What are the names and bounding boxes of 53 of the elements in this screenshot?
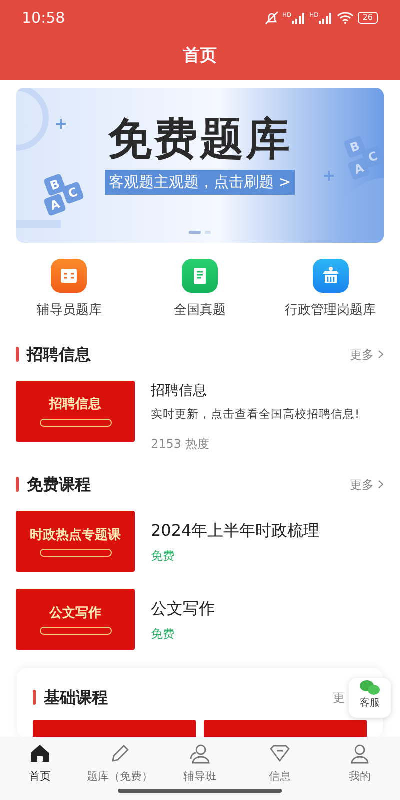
letter-block: A <box>43 193 67 217</box>
tab-item[interactable]: 首页 <box>0 737 80 786</box>
diamond-icon <box>269 743 291 765</box>
heat-count: 2153 热度 <box>151 436 210 453</box>
tab-item[interactable]: 我的 <box>320 737 400 786</box>
chevron-right-icon <box>378 480 384 490</box>
signal-icon <box>318 12 333 24</box>
thumbnail[interactable]: 招聘信息 <box>16 380 135 442</box>
thumbnail-title: 招聘信息 <box>50 396 102 414</box>
letter-block: C <box>361 145 384 169</box>
tab-item[interactable]: 题库（免费） <box>80 737 160 786</box>
page-title: 首页 <box>182 45 218 68</box>
price-label: 免费 <box>151 626 176 643</box>
quick-link[interactable]: 行政管理岗题库 <box>270 259 391 320</box>
section-title: 免费课程 <box>27 474 91 496</box>
banner-title: 免费题库 <box>108 118 292 162</box>
quick-link[interactable]: 全国真题 <box>140 259 260 320</box>
letter-block: C <box>61 181 85 205</box>
chevron-right-icon <box>378 350 384 359</box>
course-thumbnail[interactable] <box>33 720 196 738</box>
home-icon <box>29 743 51 765</box>
item-description: 实时更新，点击查看全国高校招聘信息! <box>151 406 360 422</box>
banner[interactable]: 免费题库 客观题主观题，点击刷题 > B C A B C A <box>16 88 384 243</box>
thumbnail-title: 公文写作 <box>50 604 102 622</box>
chat-bubbles-icon <box>359 680 381 696</box>
muted-bell-icon <box>264 11 279 25</box>
status-time: 10:58 <box>22 8 66 29</box>
course-title[interactable]: 2024年上半年时政梳理 <box>151 518 320 543</box>
course-title[interactable]: 公文写作 <box>151 596 215 621</box>
pencil-icon <box>109 743 131 765</box>
course-thumbnail[interactable] <box>204 720 367 738</box>
wifi-icon <box>336 12 354 24</box>
quick-link[interactable]: 辅导员题库 <box>9 259 130 320</box>
more-link[interactable]: 更 <box>333 688 345 707</box>
letter-block: B <box>43 173 67 197</box>
tab-item[interactable]: 辅导班 <box>160 737 240 786</box>
battery-icon: 26 <box>358 12 378 24</box>
thumbnail[interactable]: 时政热点专题课 <box>16 510 135 572</box>
section-title: 基础课程 <box>44 686 108 709</box>
person-icon <box>349 743 371 765</box>
more-link[interactable]: 更多 <box>350 346 384 364</box>
signal-icon <box>292 12 306 24</box>
thumbnail-title: 时政热点专题课 <box>30 526 121 544</box>
customer-service-button[interactable]: 客服 <box>349 678 391 718</box>
price-label: 免费 <box>151 548 176 565</box>
people-icon <box>189 743 211 765</box>
banner-subtitle: 客观题主观题，点击刷题 > <box>104 170 296 194</box>
item-title[interactable]: 招聘信息 <box>151 380 360 402</box>
tab-item[interactable]: 信息 <box>240 737 320 786</box>
more-link[interactable]: 更多 <box>350 476 384 494</box>
thumbnail[interactable]: 公文写作 <box>16 588 135 650</box>
letter-block: B <box>343 135 367 159</box>
section-title: 招聘信息 <box>27 344 91 366</box>
